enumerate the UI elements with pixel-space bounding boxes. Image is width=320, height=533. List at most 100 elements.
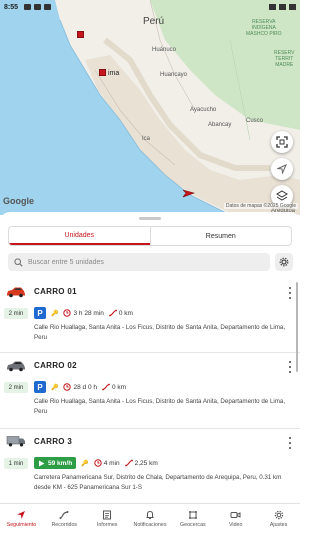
- map-country-label: Perú: [143, 16, 165, 27]
- navigate-button[interactable]: [271, 158, 293, 180]
- ignition-key-icon: 🔑: [51, 384, 59, 391]
- battery-icon: [289, 4, 296, 10]
- clock-icon: [63, 309, 72, 317]
- nav-ajustes[interactable]: Ajustes: [257, 504, 300, 533]
- unit-card[interactable]: CARRO 01 2 min P 🔑 3 h 28 min 0 km Calle…: [0, 279, 300, 351]
- map-city-label: Huancayo: [160, 72, 188, 78]
- nav-geocercas[interactable]: Geocercas: [171, 504, 214, 533]
- unit-menu-button[interactable]: [288, 361, 292, 373]
- nav-seguimiento[interactable]: Seguimiento: [0, 504, 43, 533]
- nav-label: Informes: [96, 521, 118, 528]
- unit-card[interactable]: CARRO 3 1 min 59 km/h 🔑 4 min 2,25 km Ca…: [0, 429, 300, 503]
- list-scrollbar[interactable]: [296, 282, 298, 372]
- ignition-key-icon: 🔑: [81, 460, 89, 467]
- units-sheet: Unidades Resumen Buscar entre 5 unidades…: [0, 212, 300, 503]
- distance-value: 2,25 km: [134, 459, 158, 467]
- distance-stat: 0 km: [102, 383, 126, 391]
- notification-icons: [24, 4, 52, 10]
- nav-label: Recorridos: [51, 521, 78, 528]
- distance-stat: 2,25 km: [124, 459, 158, 467]
- video-icon: [230, 511, 241, 518]
- distance-stat: 0 km: [108, 309, 133, 317]
- nav-label: Seguimiento: [6, 521, 37, 528]
- nav-label: Notificaciones: [133, 521, 167, 528]
- settings-filter-button[interactable]: [275, 253, 293, 271]
- clock-icon: [63, 383, 72, 391]
- vehicle-marker[interactable]: [77, 31, 84, 38]
- map-city-label: Cusco: [246, 118, 264, 124]
- distance-value: 0 km: [118, 309, 133, 317]
- speed-value: 59 km/h: [48, 459, 73, 467]
- clock-icon: [94, 459, 102, 467]
- nav-label: Ajustes: [269, 521, 288, 528]
- nav-label: Video: [229, 521, 243, 528]
- gear-icon: [274, 510, 283, 519]
- unit-name: CARRO 01: [34, 287, 77, 296]
- nav-label: Geocercas: [180, 521, 206, 528]
- unit-menu-button[interactable]: [288, 437, 292, 449]
- gear-icon: [279, 257, 289, 267]
- duration-stat: 28 d 0 h: [63, 383, 97, 391]
- signal-icon: [279, 4, 286, 10]
- unit-stats: P 🔑 28 d 0 h 0 km: [34, 381, 126, 393]
- gray-car-icon: [7, 361, 25, 372]
- tab-unidades[interactable]: Unidades: [9, 227, 150, 245]
- map-city-label: Abancay: [208, 122, 232, 128]
- speed-badge: 59 km/h: [34, 457, 77, 469]
- bell-icon: [146, 510, 154, 519]
- system-icons: [269, 4, 296, 10]
- ignition-key-icon: 🔑: [51, 310, 59, 317]
- unit-name: CARRO 3: [34, 437, 73, 446]
- unit-address: Calle Rio Huallaga, Santa Anita - Los Fi…: [34, 324, 286, 341]
- unit-card[interactable]: CARRO 02 2 min P 🔑 28 d 0 h 0 km Calle R…: [0, 353, 300, 427]
- parked-badge-icon: P: [34, 307, 46, 319]
- google-logo: Google: [3, 196, 34, 206]
- report-icon: [103, 510, 112, 519]
- route-icon: [59, 510, 69, 519]
- map-city-label: Huánuco: [152, 47, 177, 53]
- bottom-navigation: Seguimiento Recorridos Informes Notifica…: [0, 503, 300, 533]
- red-car-icon: [7, 287, 25, 298]
- nav-notificaciones[interactable]: Notificaciones: [129, 504, 172, 533]
- unit-menu-button[interactable]: [288, 287, 292, 299]
- unit-address: Calle Rio Huallaga, Santa Anita - Los Fi…: [34, 398, 286, 415]
- nav-video[interactable]: Video: [214, 504, 257, 533]
- duration-stat: 4 min: [94, 459, 120, 467]
- sheet-drag-handle[interactable]: [139, 217, 161, 220]
- last-update-badge: 2 min: [4, 382, 28, 393]
- last-update-badge: 1 min: [4, 458, 28, 469]
- truck-icon: [6, 436, 25, 447]
- geofence-icon: [188, 510, 197, 519]
- status-bar: 8:55: [0, 0, 300, 14]
- map-city-label: Ica: [142, 136, 151, 142]
- fit-bounds-button[interactable]: [271, 131, 293, 153]
- unit-stats: P 🔑 3 h 28 min 0 km: [34, 307, 133, 319]
- duration-value: 28 d 0 h: [73, 383, 97, 391]
- search-icon: [14, 257, 23, 267]
- duration-stat: 3 h 28 min: [63, 309, 104, 317]
- fit-bounds-icon: [276, 136, 288, 148]
- duration-value: 4 min: [103, 459, 120, 467]
- map-attribution[interactable]: Datos de mapas ©2025 Google: [223, 203, 298, 209]
- moving-vehicle-arrow-icon[interactable]: [183, 188, 195, 198]
- map-city-label: Ayacucho: [190, 107, 217, 113]
- marker-label: ima: [108, 70, 120, 77]
- duration-value: 3 h 28 min: [73, 309, 104, 317]
- wifi-icon: [269, 4, 276, 10]
- status-time: 8:55: [4, 3, 19, 11]
- nav-informes[interactable]: Informes: [86, 504, 129, 533]
- play-icon: [39, 460, 45, 466]
- tab-resumen[interactable]: Resumen: [149, 227, 292, 245]
- search-input[interactable]: Buscar entre 5 unidades: [8, 253, 270, 271]
- unit-address: Carretera Panamericana Sur, Distrito de …: [34, 474, 282, 491]
- map-view[interactable]: Perú RESERVA INDÍGENA MASHCO PIRO RESERV…: [0, 0, 300, 215]
- nav-recorridos[interactable]: Recorridos: [43, 504, 86, 533]
- navigation-arrow-icon: [17, 510, 26, 519]
- unit-name: CARRO 02: [34, 361, 77, 370]
- tab-bar: Unidades Resumen: [8, 226, 292, 246]
- route-icon: [108, 309, 117, 317]
- layers-icon: [276, 190, 288, 201]
- vehicle-marker[interactable]: [99, 69, 106, 76]
- route-icon: [102, 383, 110, 391]
- search-placeholder: Buscar entre 5 unidades: [28, 258, 104, 266]
